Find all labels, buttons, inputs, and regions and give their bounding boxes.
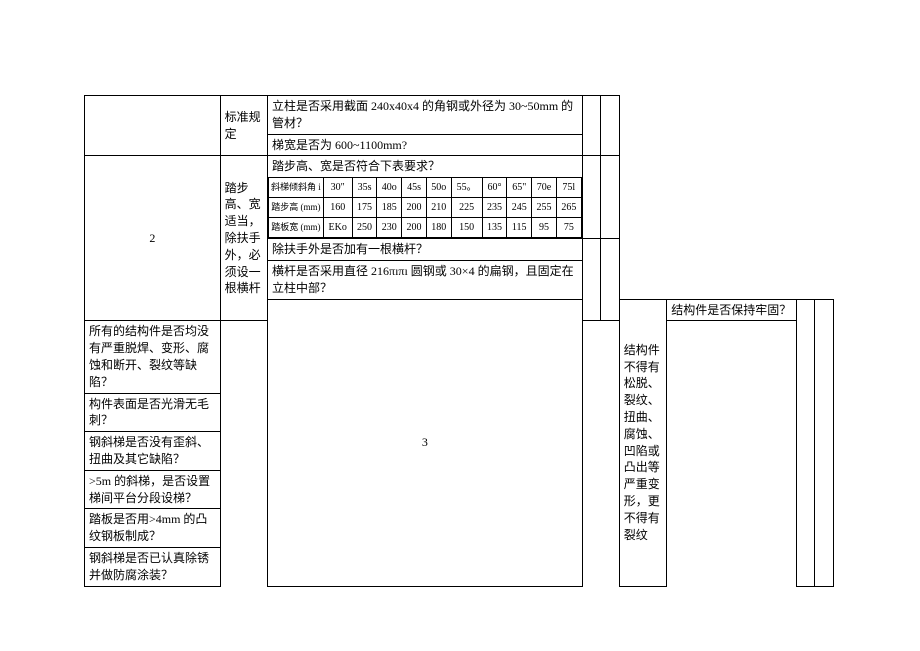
inner-cell: 200 (402, 218, 427, 238)
inner-header: 35s (352, 178, 377, 198)
empty-cell (796, 299, 815, 586)
inner-cell: 235 (482, 198, 507, 218)
inner-header: 55。 (451, 178, 482, 198)
inner-header: 40o (377, 178, 402, 198)
inner-header: 30" (323, 178, 352, 198)
row-index: 2 (85, 156, 221, 321)
inner-header: 斜梯倾斜角 i (269, 178, 324, 198)
row-label: 踏步高、宽适当，除扶手外，必须设一根横杆 (220, 156, 267, 321)
inner-cell: 250 (352, 218, 377, 238)
inner-header: 45s (402, 178, 427, 198)
question-cell: 钢斜梯是否已认真除锈并做防腐涂装？ (85, 547, 221, 586)
inner-cell: 踏步高 (mm) (269, 198, 324, 218)
inner-table: 斜梯倾斜角 i 30" 35s 40o 45s 50o 55。 60° 65" … (268, 177, 582, 238)
empty-cell (815, 299, 834, 586)
inner-cell: 75 (556, 218, 581, 238)
row-index: 3 (268, 299, 583, 586)
question-cell: 所有的结构件是否均没有严重脱焊、变形、腐蚀和断开、裂纹等缺陷？ (85, 321, 221, 393)
question-cell: 踏板是否用>4mm 的凸纹钢板制成？ (85, 509, 221, 548)
question-cell: 立柱是否采用截面 240x40x4 的角钢或外径为 30~50mm 的管材？ (268, 96, 583, 135)
question-cell: 钢斜梯是否没有歪斜、扭曲及其它缺陷？ (85, 432, 221, 471)
row-label: 标准规定 (220, 96, 267, 156)
inner-cell: 245 (507, 198, 532, 218)
question-cell: 横杆是否采用直径 216πıπı 圆钢或 30×4 的扁钢，且固定在立柱中部？ (268, 260, 583, 299)
inner-cell: 踏板宽 (mm) (269, 218, 324, 238)
inner-cell: 135 (482, 218, 507, 238)
question-cell: 除扶手外是否加有一根横杆？ (268, 239, 583, 261)
inner-cell: 230 (377, 218, 402, 238)
empty-cell (582, 96, 601, 156)
inner-cell: 180 (426, 218, 451, 238)
table-container: 踏步高、宽是否符合下表要求？ 斜梯倾斜角 i 30" 35s 40o 45s 5… (268, 156, 583, 239)
empty-cell (582, 156, 601, 239)
inner-cell: 200 (402, 198, 427, 218)
empty-cell (601, 96, 620, 156)
inner-header: 75l (556, 178, 581, 198)
row-label: 结构件不得有松脱、裂纹、扭曲、腐蚀、凹陷或凸出等严重变形，更不得有裂纹 (619, 299, 666, 586)
inner-cell: 225 (451, 198, 482, 218)
intro-text: 踏步高、宽是否符合下表要求？ (268, 156, 582, 177)
question-cell: 结构件是否保持牢固？ (667, 299, 797, 321)
inner-cell: 210 (426, 198, 451, 218)
inner-cell: 160 (323, 198, 352, 218)
inner-cell: 95 (532, 218, 557, 238)
inner-cell: 265 (556, 198, 581, 218)
inner-cell: 255 (532, 198, 557, 218)
inner-cell: 150 (451, 218, 482, 238)
inner-cell: EKo (323, 218, 352, 238)
inner-header: 50o (426, 178, 451, 198)
inner-cell: 115 (507, 218, 532, 238)
inner-cell: 185 (377, 198, 402, 218)
empty-cell (582, 239, 601, 321)
row-index (85, 96, 221, 156)
empty-cell (601, 239, 620, 321)
inner-header: 60° (482, 178, 507, 198)
inner-header: 70e (532, 178, 557, 198)
question-cell: 构件表面是否光滑无毛刺？ (85, 393, 221, 432)
main-table: 标准规定 立柱是否采用截面 240x40x4 的角钢或外径为 30~50mm 的… (84, 95, 834, 587)
inner-header: 65" (507, 178, 532, 198)
inner-cell: 175 (352, 198, 377, 218)
question-cell: >5m 的斜梯，是否设置梯间平台分段设梯？ (85, 470, 221, 509)
question-cell: 梯宽是否为 600~1100mm? (268, 134, 583, 156)
empty-cell (601, 156, 620, 239)
